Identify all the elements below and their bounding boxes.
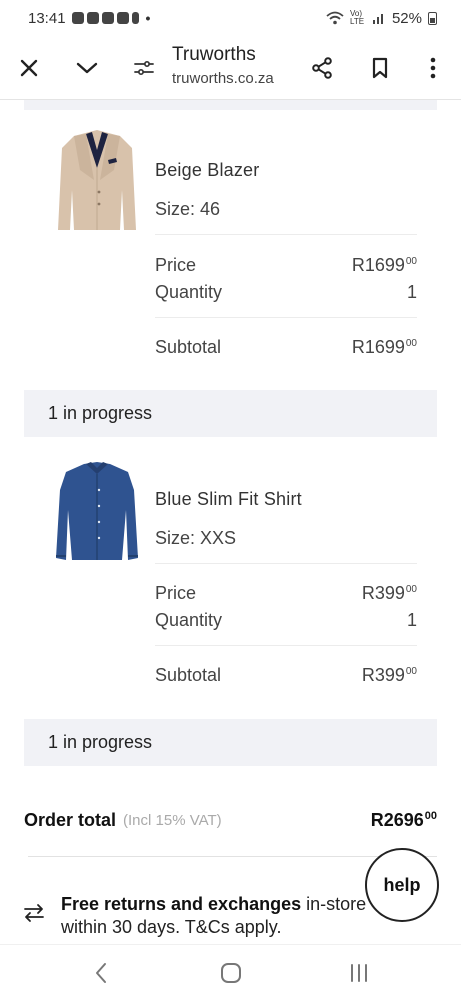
price-label: Price [155,255,197,275]
person-icon [131,12,139,24]
dot-icon: • [145,10,151,26]
price-cents: 00 [405,584,417,595]
status-left: 13:41 • [28,10,150,27]
home-button[interactable] [216,959,246,987]
status-band: 1 in progress [24,719,437,766]
item-size: Size: 46 [155,199,221,219]
divider [155,317,417,318]
beige-blazer-image[interactable] [56,130,138,234]
battery-icon [428,11,437,25]
subtotal-amount: R1699 [351,337,405,357]
quantity-label: Quantity [155,610,223,630]
price-value: R169900 [352,255,417,276]
network-label: Vo) LTE [349,9,365,26]
page-title-block: Truworths truworths.co.za [172,44,274,87]
more-vert-icon [430,57,436,79]
site-settings-icon [134,60,154,76]
blue-shirt-image[interactable] [56,460,138,564]
price-cents: 00 [405,256,417,267]
returns-text: Free returns and exchanges in-store with… [61,893,401,939]
site-name: Truworths [172,44,256,65]
back-icon [96,963,106,983]
subtotal-amount: R399 [361,665,405,685]
divider [28,856,437,857]
order-total-label: Order total [24,809,117,830]
subtotal-label: Subtotal [155,337,222,357]
site-settings-button[interactable] [126,50,162,86]
system-navigation-bar [0,944,461,1000]
order-total-cents: 00 [424,809,437,822]
order-total-amount: R2696 [370,809,424,830]
order-total-row: Order total (Incl 15% VAT) R269600 [24,806,437,834]
price-amount: R1699 [351,255,405,275]
quantity-value: 1 [406,282,417,302]
signal-icon [372,14,383,24]
price-value: R39900 [362,583,417,604]
chevron-down-icon [76,62,98,74]
share-button[interactable] [304,50,340,86]
item-size: Size: XXS [155,528,237,548]
close-icon [20,59,38,77]
quantity-label: Quantity [155,282,223,302]
subtotal-cents: 00 [405,666,417,677]
back-button[interactable] [86,959,116,987]
bookmark-button[interactable] [362,50,398,86]
more-options-button[interactable] [415,50,451,86]
order-total-value: R269600 [371,810,437,831]
collapse-button[interactable] [69,50,105,86]
browser-toolbar: Truworths truworths.co.za [0,36,461,100]
site-url: truworths.co.za [172,70,274,87]
exchange-icon [24,904,44,922]
gmail-icon [116,12,129,24]
wifi-icon [326,11,344,25]
quantity-value: 1 [406,610,417,630]
item-name[interactable]: Blue Slim Fit Shirt [155,489,302,510]
divider [155,563,417,564]
returns-bold: Free returns and exchanges [61,894,302,914]
snapchat-icon [71,12,84,24]
bookmark-icon [372,57,388,79]
close-button[interactable] [11,50,47,86]
subtotal-value: R169900 [352,337,417,358]
price-label: Price [155,583,197,603]
status-band: 1 in progress [24,390,437,437]
notification-icons: • [71,10,151,26]
divider [155,645,417,646]
chat-icon [86,12,99,24]
previous-section-band [24,100,437,110]
subtotal-value: R39900 [362,665,417,686]
item-name[interactable]: Beige Blazer [155,160,259,181]
help-button[interactable]: help [365,848,439,922]
price-amount: R399 [361,583,405,603]
vat-note: (Incl 15% VAT) [123,811,222,829]
subtotal-label: Subtotal [155,665,222,685]
home-icon [221,963,241,983]
subtotal-cents: 00 [405,338,417,349]
recents-button[interactable] [344,959,374,987]
status-bar: 13:41 • Vo) LTE 52% [0,0,461,36]
share-icon [312,57,332,79]
status-right: Vo) LTE 52% [326,10,437,27]
status-time: 13:41 [28,9,66,27]
battery-percent: 52% [391,9,422,27]
mail-icon [101,12,114,24]
recents-icon [351,964,367,982]
divider [155,234,417,235]
